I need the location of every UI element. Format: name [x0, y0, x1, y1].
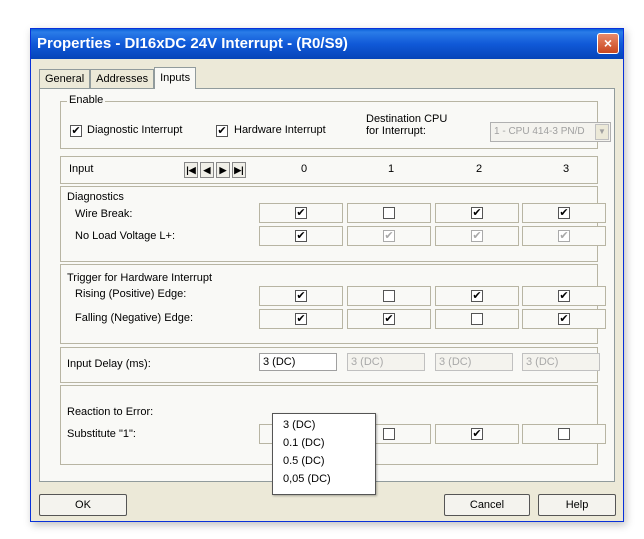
previous-icon[interactable]: ◀: [200, 162, 214, 178]
chevron-down-icon[interactable]: ▼: [595, 124, 609, 140]
input-label: Input: [69, 163, 94, 175]
falling-checkbox-2[interactable]: [471, 313, 483, 325]
wire-break-checkbox-3[interactable]: ✔: [558, 207, 570, 219]
falling-checkbox-3[interactable]: ✔: [558, 313, 570, 325]
rising-edge-label: Rising (Positive) Edge:: [75, 288, 187, 300]
column-header-0: 0: [301, 163, 308, 175]
rising-checkbox-1[interactable]: [383, 290, 395, 302]
input-delay-field-2: 3 (DC): [435, 353, 513, 371]
no-load-checkbox-1: ✔: [383, 230, 395, 242]
wire-break-cell-2: ✔: [435, 203, 519, 223]
ok-button[interactable]: OK: [39, 494, 127, 516]
tab-strip: General Addresses Inputs: [39, 67, 197, 89]
wire-break-label: Wire Break:: [75, 208, 133, 220]
destination-cpu-value: 1 - CPU 414-3 PN/D: [494, 126, 585, 137]
window-title: Properties - DI16xDC 24V Interrupt - (R0…: [37, 35, 348, 52]
tab-inputs[interactable]: Inputs: [154, 67, 197, 89]
falling-cell-2: [435, 309, 519, 329]
no-load-cell-0: ✔: [259, 226, 343, 246]
falling-checkbox-0[interactable]: ✔: [295, 313, 307, 325]
no-load-checkbox-2: ✔: [471, 230, 483, 242]
diagnostics-section: Diagnostics Wire Break: ✔ ✔ ✔ No Load Vo…: [60, 186, 606, 262]
wire-break-checkbox-0[interactable]: ✔: [295, 207, 307, 219]
input-delay-section: Input Delay (ms): 3 (DC) 3 (DC) 3 (DC) 3…: [60, 347, 600, 383]
reaction-to-error-title: Reaction to Error:: [67, 406, 154, 418]
rising-cell-3: ✔: [522, 286, 606, 306]
tab-general[interactable]: General: [39, 69, 91, 89]
first-icon[interactable]: |◀: [184, 162, 198, 178]
rising-checkbox-3[interactable]: ✔: [558, 290, 570, 302]
destination-cpu-label-line2: for Interrupt:: [366, 125, 426, 137]
substitute-cell-2: ✔: [435, 424, 519, 444]
last-icon[interactable]: ▶|: [232, 162, 246, 178]
column-header-3: 3: [563, 163, 570, 175]
input-delay-label: Input Delay (ms):: [67, 358, 151, 370]
hardware-interrupt-checkbox[interactable]: ✔: [216, 125, 228, 137]
wire-break-cell-1: [347, 203, 431, 223]
substitute-checkbox-2[interactable]: ✔: [471, 428, 483, 440]
no-load-cell-2: ✔: [435, 226, 519, 246]
input-delay-options-list[interactable]: 3 (DC) 0.1 (DC) 0.5 (DC) 0,05 (DC): [272, 413, 376, 495]
rising-checkbox-0[interactable]: ✔: [295, 290, 307, 302]
diagnostics-title: Diagnostics: [67, 191, 124, 203]
properties-dialog: Properties - DI16xDC 24V Interrupt - (R0…: [30, 28, 624, 522]
diagnostic-interrupt-label: Diagnostic Interrupt: [87, 124, 183, 136]
enable-group-title: Enable: [67, 94, 106, 106]
no-load-voltage-label: No Load Voltage L+:: [75, 230, 175, 242]
destination-cpu-label: Destination CPU for Interrupt:: [366, 113, 447, 137]
column-header-2: 2: [476, 163, 483, 175]
delay-option-0-05-dc[interactable]: 0,05 (DC): [283, 473, 331, 485]
input-header-row: Input |◀ ◀ ▶ ▶| 0 1 2 3: [60, 156, 598, 184]
falling-cell-0: ✔: [259, 309, 343, 329]
destination-cpu-dropdown[interactable]: 1 - CPU 414-3 PN/D ▼: [490, 122, 611, 142]
falling-cell-3: ✔: [522, 309, 606, 329]
no-load-cell-1: ✔: [347, 226, 431, 246]
falling-edge-label: Falling (Negative) Edge:: [75, 312, 194, 324]
no-load-cell-3: ✔: [522, 226, 606, 246]
diagnostic-interrupt-checkbox[interactable]: ✔: [70, 125, 82, 137]
no-load-checkbox-0[interactable]: ✔: [295, 230, 307, 242]
destination-cpu-label-line1: Destination CPU: [366, 113, 448, 125]
delay-option-0-5-dc[interactable]: 0.5 (DC): [283, 455, 325, 467]
title-bar[interactable]: Properties - DI16xDC 24V Interrupt - (R0…: [31, 29, 623, 59]
substitute-checkbox-1[interactable]: [383, 428, 395, 440]
close-button[interactable]: ×: [597, 33, 619, 54]
falling-checkbox-1[interactable]: ✔: [383, 313, 395, 325]
falling-cell-1: ✔: [347, 309, 431, 329]
substitute-cell-3: [522, 424, 606, 444]
wire-break-checkbox-1[interactable]: [383, 207, 395, 219]
input-delay-field-3: 3 (DC): [522, 353, 600, 371]
help-button[interactable]: Help: [538, 494, 616, 516]
rising-cell-1: [347, 286, 431, 306]
tab-addresses[interactable]: Addresses: [90, 69, 155, 89]
hardware-interrupt-label: Hardware Interrupt: [234, 124, 326, 136]
inputs-panel: Enable ✔ Diagnostic Interrupt ✔ Hardware…: [39, 88, 615, 495]
no-load-checkbox-3: ✔: [558, 230, 570, 242]
wire-break-checkbox-2[interactable]: ✔: [471, 207, 483, 219]
substitute-label: Substitute "1":: [67, 428, 136, 440]
rising-checkbox-2[interactable]: ✔: [471, 290, 483, 302]
rising-cell-2: ✔: [435, 286, 519, 306]
wire-break-cell-0: ✔: [259, 203, 343, 223]
trigger-section: Trigger for Hardware Interrupt Rising (P…: [60, 264, 606, 344]
trigger-title: Trigger for Hardware Interrupt: [67, 272, 213, 284]
cancel-button[interactable]: Cancel: [444, 494, 530, 516]
wire-break-cell-3: ✔: [522, 203, 606, 223]
rising-cell-0: ✔: [259, 286, 343, 306]
delay-option-0-1-dc[interactable]: 0.1 (DC): [283, 437, 325, 449]
next-icon[interactable]: ▶: [216, 162, 230, 178]
column-header-1: 1: [388, 163, 395, 175]
input-delay-field-0[interactable]: 3 (DC): [259, 353, 337, 371]
delay-option-3-dc[interactable]: 3 (DC): [283, 419, 315, 431]
substitute-checkbox-3[interactable]: [558, 428, 570, 440]
input-delay-field-1: 3 (DC): [347, 353, 425, 371]
